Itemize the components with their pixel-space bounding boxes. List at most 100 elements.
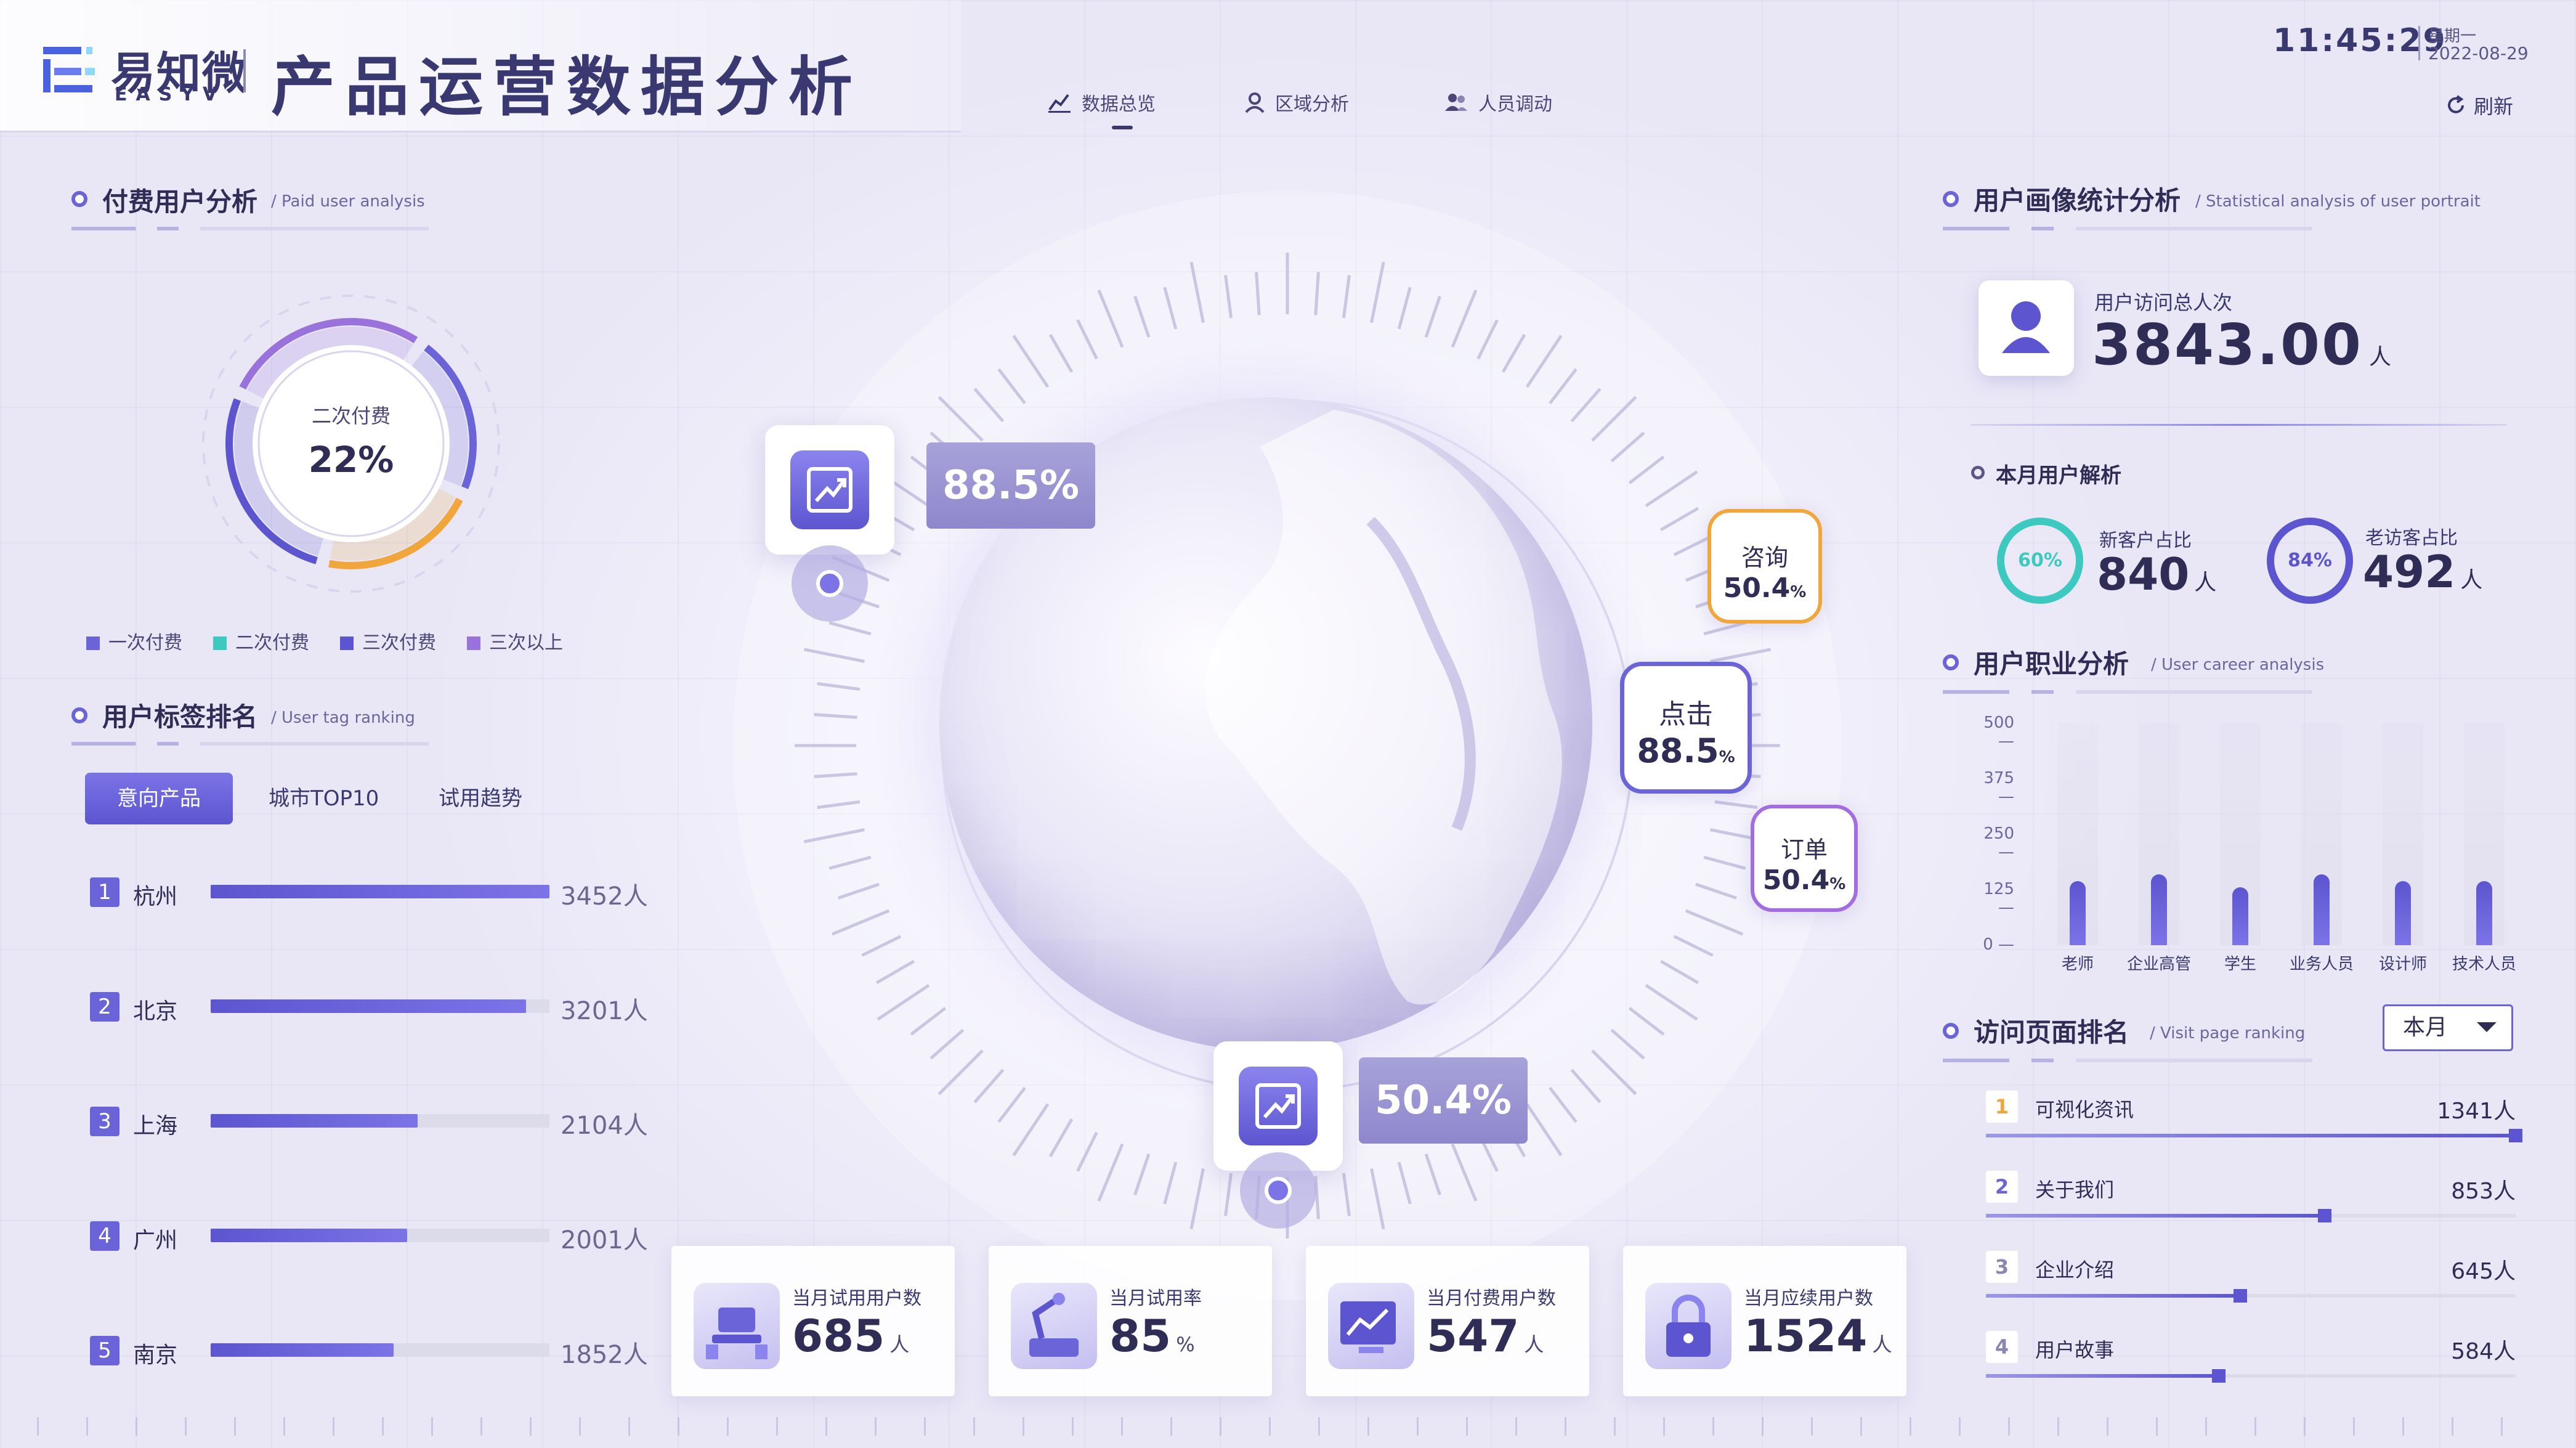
rank-bar-fill bbox=[211, 885, 549, 898]
refresh-button[interactable]: 刷新 bbox=[2445, 91, 2513, 120]
rank-value: 3201人 bbox=[561, 997, 648, 1025]
section-underline bbox=[1943, 1059, 2312, 1062]
bullet-circle bbox=[1971, 466, 1985, 479]
legend-swatch bbox=[213, 637, 227, 650]
rank-bar-track bbox=[211, 999, 549, 1013]
nav-label: 人员调动 bbox=[1478, 94, 1552, 115]
visit-bar-fill bbox=[1986, 1374, 2219, 1378]
list-item[interactable]: 1 杭州 3452人 bbox=[86, 875, 659, 912]
section-underline bbox=[1943, 227, 2312, 230]
rank-city: 上海 bbox=[133, 1113, 178, 1139]
tab-trial-trend[interactable]: 试用趋势 bbox=[407, 773, 554, 824]
stat-card-renew-users[interactable]: 当月应续用户数 1524 人 bbox=[1623, 1246, 1906, 1396]
visit-page-value: 1341人 bbox=[2437, 1099, 2516, 1124]
section-bullet bbox=[1943, 1023, 1959, 1039]
refresh-label: 刷新 bbox=[2474, 95, 2514, 118]
bar[interactable] bbox=[2070, 881, 2086, 945]
bar[interactable] bbox=[2232, 887, 2248, 945]
career-bar-chart: 500 —375 —250 —125 —0 — 老师 企业高管 学生 业务人员 设计师 技术… bbox=[1971, 709, 2550, 980]
stat-label: 当月试用用户数 bbox=[792, 1288, 921, 1309]
bar[interactable] bbox=[2314, 874, 2330, 945]
section-bullet bbox=[71, 191, 87, 207]
paid-users-title: 付费用户分析 bbox=[102, 187, 258, 217]
bar[interactable] bbox=[2476, 881, 2492, 945]
section-underline bbox=[1943, 690, 2312, 694]
visit-ranking-subtitle: / Visit page ranking bbox=[2150, 1024, 2306, 1043]
visit-bar-track bbox=[1986, 1369, 2516, 1383]
chevron-down-icon bbox=[2477, 1022, 2497, 1032]
bar[interactable] bbox=[2151, 874, 2167, 945]
legend-item[interactable]: 二次付费 bbox=[213, 627, 309, 654]
tag-ranking-subtitle: / User tag ranking bbox=[271, 709, 415, 727]
list-item[interactable]: 4 用户故事 584人 bbox=[1986, 1331, 2516, 1386]
nav-tab-region[interactable]: 区域分析 bbox=[1244, 89, 1349, 116]
pin-anchor-dot bbox=[816, 570, 843, 597]
stat-card-paid-users[interactable]: 当月付费用户数 547 人 bbox=[1306, 1246, 1589, 1396]
month-analysis-title: 本月用户解析 bbox=[1996, 463, 2121, 488]
bubble-click[interactable]: 点击 88.5% bbox=[1620, 662, 1752, 794]
visit-rank-number: 4 bbox=[1986, 1331, 2018, 1363]
location-icon bbox=[1245, 92, 1265, 113]
monitor-chart-icon bbox=[1328, 1283, 1414, 1369]
visit-bar-knob bbox=[2318, 1209, 2332, 1222]
y-tick-label: 250 — bbox=[1983, 824, 2014, 861]
robot-arm-icon bbox=[1011, 1283, 1097, 1369]
divider bbox=[1971, 424, 2507, 426]
nav-tab-overview[interactable]: 数据总览 bbox=[1047, 89, 1156, 116]
bubble-label: 订单 bbox=[1780, 836, 1828, 863]
visit-page-name: 关于我们 bbox=[2035, 1178, 2115, 1202]
bottom-ruler bbox=[37, 1417, 2538, 1436]
legend-label: 三次以上 bbox=[489, 632, 563, 654]
section-underline bbox=[71, 742, 429, 746]
rank-number: 5 bbox=[90, 1336, 119, 1365]
rank-bar-fill bbox=[211, 1114, 418, 1128]
rank-value: 2001人 bbox=[561, 1226, 648, 1255]
pin-card-top[interactable] bbox=[765, 425, 894, 555]
bubble-consult[interactable]: 咨询 50.4% bbox=[1707, 509, 1822, 624]
list-item[interactable]: 1 可视化资讯 1341人 bbox=[1986, 1091, 2522, 1146]
rank-city: 北京 bbox=[133, 999, 178, 1024]
donut-center-label: 二次付费 bbox=[311, 404, 391, 428]
list-item[interactable]: 3 企业介绍 645人 bbox=[1986, 1251, 2516, 1306]
nav-tab-staff[interactable]: 人员调动 bbox=[1444, 89, 1552, 116]
legend-item[interactable]: 三次以上 bbox=[467, 627, 563, 654]
period-select[interactable]: 本月 bbox=[2383, 1004, 2513, 1051]
rank-number: 4 bbox=[90, 1221, 119, 1251]
stat-value: 85% bbox=[1109, 1310, 1195, 1362]
list-item[interactable]: 5 南京 1852人 bbox=[86, 1333, 659, 1370]
visit-bar-fill bbox=[1986, 1214, 2325, 1218]
visit-bar-track bbox=[1986, 1129, 2522, 1142]
section-bullet bbox=[71, 707, 87, 723]
stat-value: 685 人 bbox=[792, 1310, 910, 1362]
tab-city-top10[interactable]: 城市TOP10 bbox=[237, 773, 411, 824]
rank-value: 1852人 bbox=[561, 1341, 648, 1369]
list-item[interactable]: 3 上海 2104人 bbox=[86, 1104, 659, 1141]
visit-bar-knob bbox=[2509, 1129, 2522, 1142]
stat-label: 当月付费用户数 bbox=[1427, 1288, 1556, 1309]
legend-label: 一次付费 bbox=[108, 632, 182, 654]
nav-active-indicator bbox=[1112, 126, 1133, 129]
visit-bar-track bbox=[1986, 1209, 2516, 1222]
server-icon bbox=[694, 1283, 780, 1369]
trend-icon bbox=[1239, 1067, 1318, 1145]
pin-card-bottom[interactable] bbox=[1213, 1041, 1343, 1171]
visit-page-value: 584人 bbox=[2451, 1339, 2516, 1364]
bubble-order[interactable]: 订单 50.4% bbox=[1751, 805, 1858, 912]
list-item[interactable]: 4 广州 2001人 bbox=[86, 1219, 659, 1256]
stat-card-trial-rate[interactable]: 当月试用率 85% bbox=[989, 1246, 1272, 1396]
users-icon bbox=[1445, 94, 1467, 111]
legend-item[interactable]: 一次付费 bbox=[86, 627, 182, 654]
bar[interactable] bbox=[2395, 881, 2411, 945]
list-item[interactable]: 2 关于我们 853人 bbox=[1986, 1171, 2516, 1226]
list-item[interactable]: 2 北京 3201人 bbox=[86, 990, 659, 1027]
stat-card-trial-users[interactable]: 当月试用用户数 685 人 bbox=[671, 1246, 955, 1396]
tab-intent-product[interactable]: 意向产品 bbox=[85, 773, 233, 824]
pin-anchor-bottom bbox=[1240, 1152, 1316, 1229]
legend-item[interactable]: 三次付费 bbox=[340, 627, 436, 654]
y-tick-label: 125 — bbox=[1983, 880, 2014, 917]
legend-label: 二次付费 bbox=[235, 632, 309, 654]
donut-center-value: 22% bbox=[308, 439, 394, 481]
paid-users-subtitle: / Paid user analysis bbox=[271, 192, 425, 211]
rank-bar-track bbox=[211, 1114, 549, 1128]
pin-top-value: 88.5% bbox=[926, 442, 1096, 529]
